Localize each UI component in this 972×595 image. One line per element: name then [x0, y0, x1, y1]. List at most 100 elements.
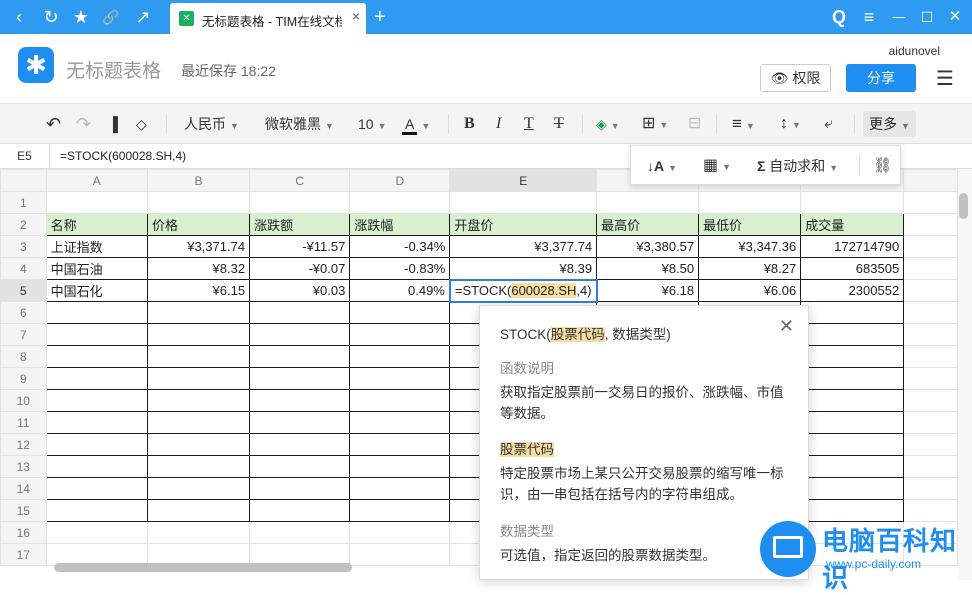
- cell[interactable]: [146, 191, 251, 214]
- cell[interactable]: [698, 191, 802, 214]
- cell[interactable]: [249, 367, 351, 390]
- cell[interactable]: [800, 455, 905, 478]
- cell[interactable]: [349, 499, 451, 522]
- cell[interactable]: -0.83%: [349, 257, 451, 280]
- cell[interactable]: [249, 389, 351, 412]
- cell[interactable]: [449, 191, 598, 214]
- cell[interactable]: [903, 279, 958, 302]
- bold-icon[interactable]: B: [464, 104, 475, 144]
- cell[interactable]: [45, 455, 148, 478]
- hamburger-menu-icon[interactable]: ☰: [936, 66, 954, 91]
- header-cell[interactable]: 价格: [146, 213, 251, 236]
- document-title[interactable]: 无标题表格: [66, 56, 161, 83]
- row-header[interactable]: 1: [0, 191, 47, 214]
- cell[interactable]: 中国石化: [45, 279, 148, 302]
- cell[interactable]: [800, 345, 905, 368]
- cell[interactable]: 683505: [800, 257, 905, 280]
- cell[interactable]: ¥3,380.57: [596, 235, 700, 258]
- cell[interactable]: [349, 411, 451, 434]
- header-cell[interactable]: 成交量: [800, 213, 905, 236]
- font-color-button[interactable]: A ▼: [402, 104, 430, 144]
- cell[interactable]: [800, 433, 905, 456]
- cell[interactable]: -¥11.57: [249, 235, 351, 258]
- cell[interactable]: [146, 521, 251, 544]
- cell[interactable]: [45, 433, 148, 456]
- cell[interactable]: [903, 455, 958, 478]
- cell[interactable]: [249, 345, 351, 368]
- cell[interactable]: [45, 499, 148, 522]
- cell[interactable]: [800, 367, 905, 390]
- undo-icon[interactable]: ↶: [46, 104, 61, 144]
- cell[interactable]: ¥6.06: [698, 279, 802, 302]
- cell[interactable]: [903, 433, 958, 456]
- active-cell[interactable]: =STOCK(600028.SH,4): [448, 278, 598, 303]
- more-button[interactable]: 更多 ▼: [863, 111, 916, 137]
- cell[interactable]: 2300552: [800, 279, 905, 302]
- cell[interactable]: [903, 477, 958, 500]
- strikethrough-icon[interactable]: T: [554, 104, 564, 144]
- search-icon[interactable]: Q: [826, 0, 852, 34]
- cell[interactable]: [249, 455, 351, 478]
- cell[interactable]: [349, 191, 451, 214]
- bookmark-icon[interactable]: ★: [68, 0, 94, 34]
- row-header[interactable]: 15: [0, 499, 47, 522]
- column-header[interactable]: B: [146, 169, 251, 192]
- row-header[interactable]: 4: [0, 257, 47, 280]
- horizontal-scroll-thumb[interactable]: [54, 563, 352, 572]
- cell[interactable]: [249, 433, 351, 456]
- window-close-icon[interactable]: ✕: [942, 0, 968, 34]
- format-painter-icon[interactable]: ▐: [108, 104, 118, 144]
- cell[interactable]: [146, 323, 251, 346]
- fill-color-button[interactable]: ◈ ▼: [596, 104, 620, 144]
- column-header[interactable]: E: [449, 169, 598, 192]
- filter-button[interactable]: ▦ ▼: [703, 146, 731, 186]
- row-header[interactable]: 6: [0, 301, 47, 324]
- tim-logo-icon[interactable]: ✱: [18, 47, 54, 83]
- row-header[interactable]: 3: [0, 235, 47, 258]
- row-header[interactable]: 10: [0, 389, 47, 412]
- cell[interactable]: [349, 323, 451, 346]
- cell[interactable]: [903, 191, 958, 214]
- cell[interactable]: [800, 323, 905, 346]
- row-header[interactable]: 8: [0, 345, 47, 368]
- formula-input[interactable]: =STOCK(600028.SH,4): [60, 144, 186, 169]
- cell[interactable]: [903, 235, 958, 258]
- cell[interactable]: [45, 301, 148, 324]
- cell[interactable]: [45, 345, 148, 368]
- cell[interactable]: [349, 455, 451, 478]
- cell[interactable]: [146, 455, 251, 478]
- cell[interactable]: [45, 477, 148, 500]
- header-cell[interactable]: 涨跌幅: [349, 213, 451, 236]
- cell[interactable]: ¥3,371.74: [146, 235, 251, 258]
- valign-button[interactable]: ↕ ▼: [780, 104, 801, 144]
- row-header[interactable]: 14: [0, 477, 47, 500]
- cell[interactable]: [45, 411, 148, 434]
- cell[interactable]: [596, 191, 700, 214]
- cell[interactable]: [249, 191, 351, 214]
- cell[interactable]: [45, 323, 148, 346]
- cell[interactable]: [249, 477, 351, 500]
- cell[interactable]: ¥6.18: [596, 279, 700, 302]
- autosum-button[interactable]: Σ 自动求和 ▼: [757, 146, 838, 186]
- cell[interactable]: [349, 301, 451, 324]
- vertical-scroll-thumb[interactable]: [959, 193, 968, 219]
- minimize-icon[interactable]: —: [886, 0, 912, 34]
- cell[interactable]: ¥8.39: [449, 257, 598, 280]
- tab-close-icon[interactable]: ×: [352, 8, 360, 24]
- cell[interactable]: [45, 367, 148, 390]
- column-header[interactable]: D: [349, 169, 451, 192]
- cell[interactable]: [146, 301, 251, 324]
- header-cell[interactable]: 最低价: [698, 213, 802, 236]
- cell[interactable]: [349, 477, 451, 500]
- browser-menu-icon[interactable]: ≡: [856, 0, 882, 34]
- link-icon[interactable]: 🔗: [98, 0, 124, 34]
- row-header[interactable]: 17: [0, 543, 47, 566]
- cell[interactable]: -¥0.07: [249, 257, 351, 280]
- column-header[interactable]: [903, 169, 958, 192]
- cell[interactable]: 0.49%: [349, 279, 451, 302]
- cell[interactable]: [800, 301, 905, 324]
- cell[interactable]: [349, 367, 451, 390]
- redo-icon[interactable]: ↷: [76, 104, 91, 144]
- cell[interactable]: [146, 389, 251, 412]
- cell[interactable]: [146, 411, 251, 434]
